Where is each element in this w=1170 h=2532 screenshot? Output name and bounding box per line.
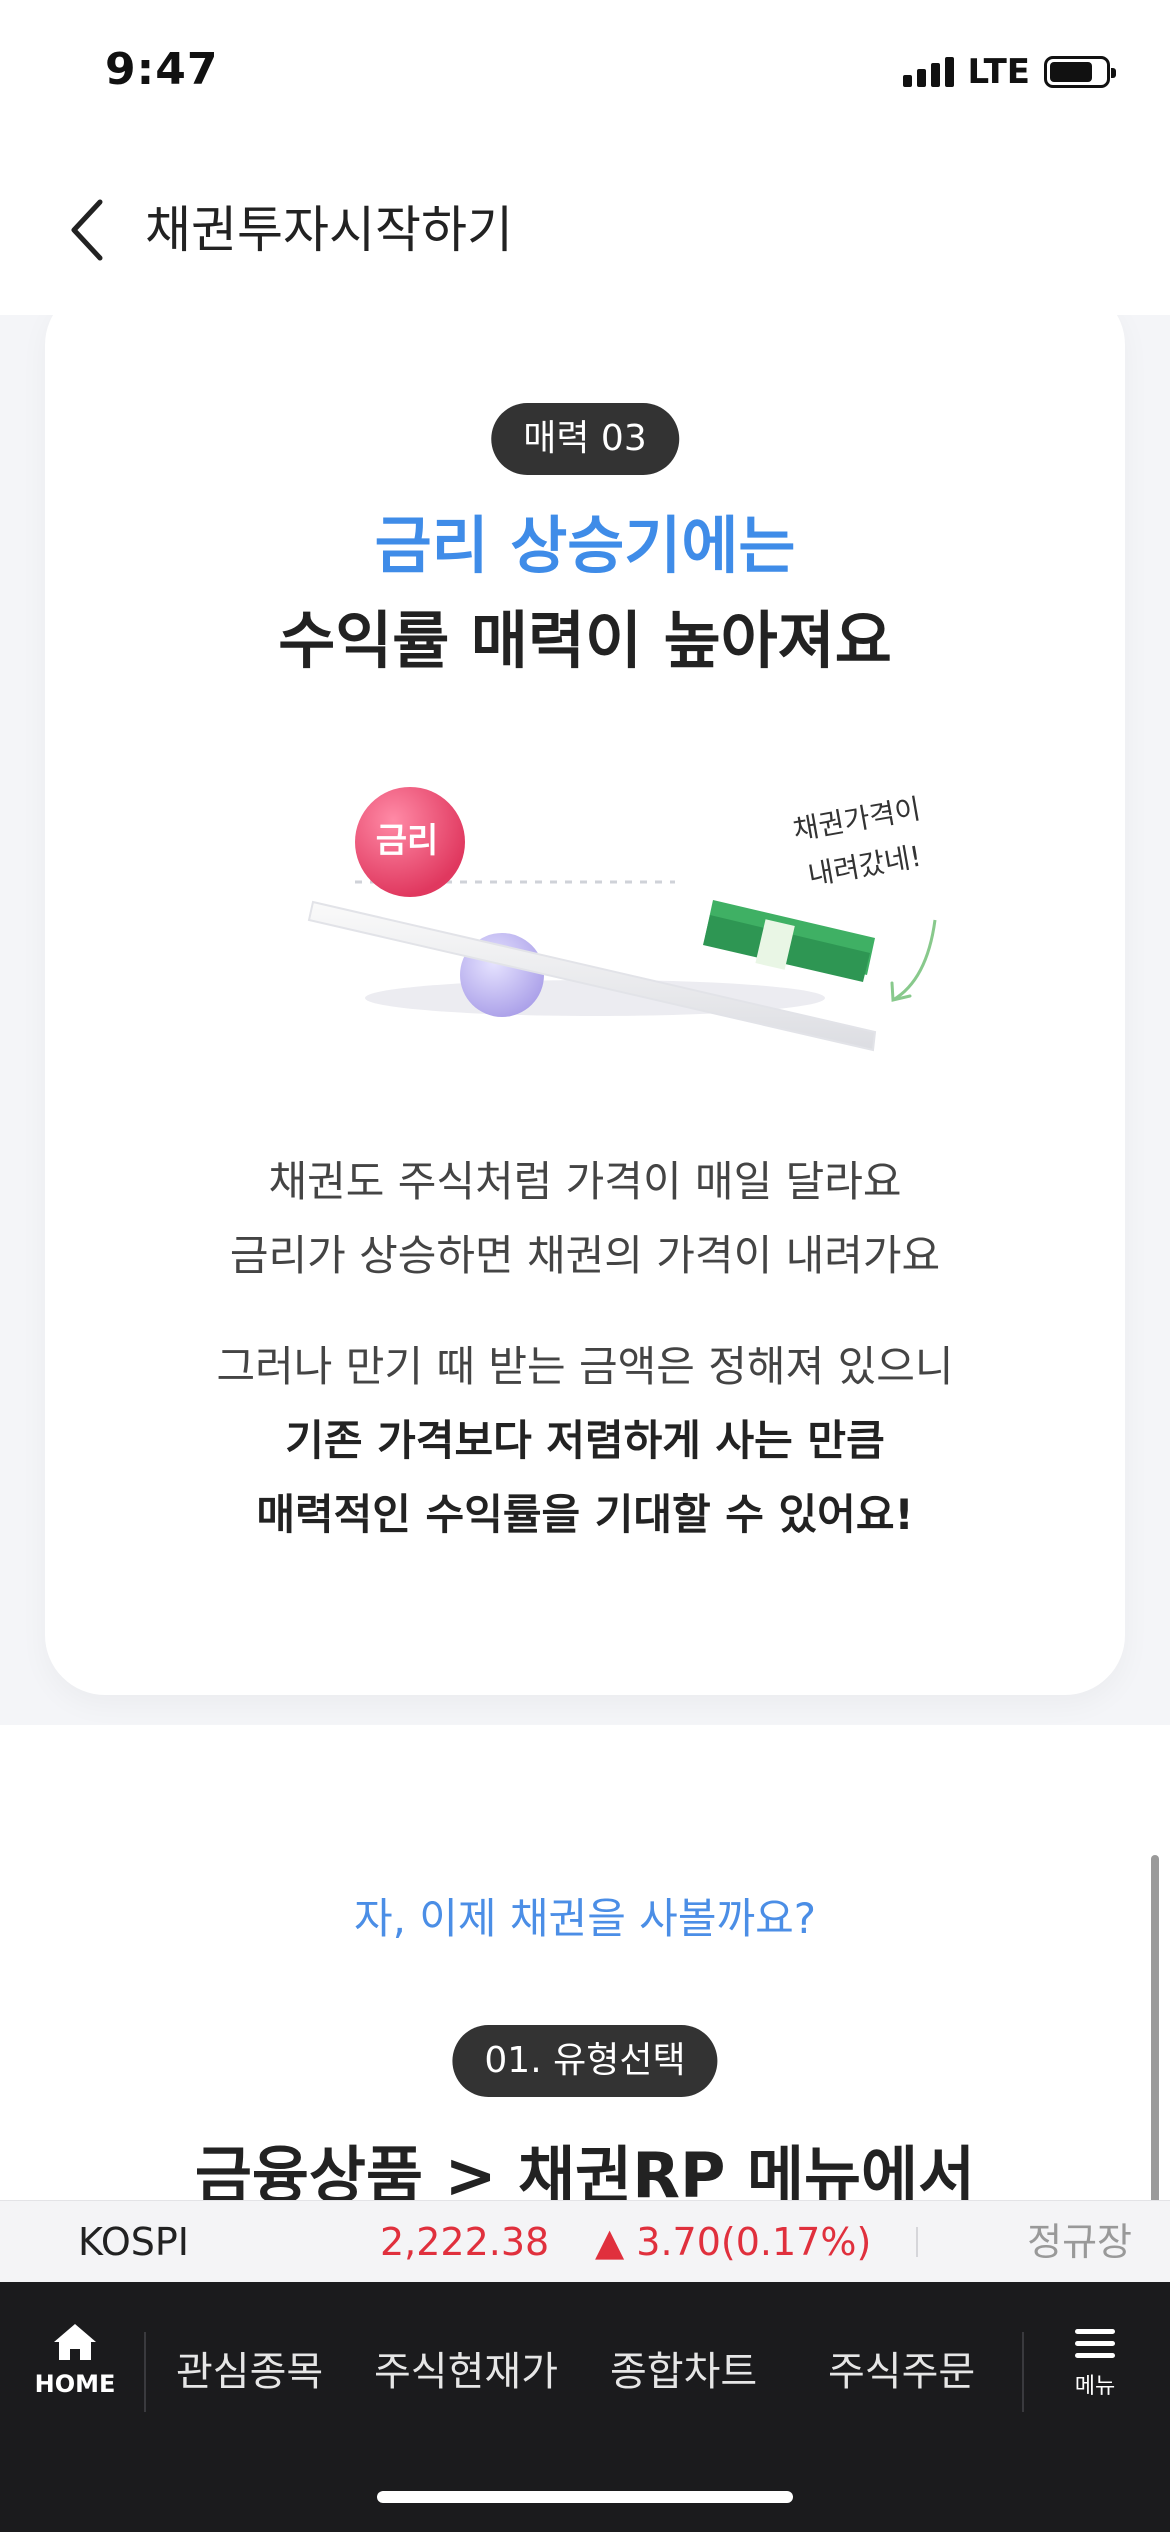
feature-badge: 매력 03 bbox=[491, 403, 679, 475]
note-line1: 채권가격이 bbox=[790, 792, 923, 847]
feature-card: 매력 03 금리 상승기에는 수익률 매력이 높아져요 금리 채권가격이 내려갔… bbox=[45, 315, 1125, 1695]
section-heading: 금융상품 > 채권RP 메뉴에서 bbox=[194, 2139, 976, 2200]
index-value: 2,222.38 bbox=[380, 2220, 550, 2264]
section-subtitle: 자, 이제 채권을 사볼까요? bbox=[353, 1894, 817, 1943]
nav-item-chart[interactable]: 종합차트 bbox=[610, 2332, 757, 2412]
nav-menu-label: 메뉴 bbox=[1074, 2374, 1116, 2399]
step-badge: 01. 유형선택 bbox=[452, 2025, 718, 2097]
hamburger-icon bbox=[1075, 2329, 1115, 2334]
status-bar: 9:47 LTE bbox=[0, 0, 1170, 150]
nav-home-label: HOME bbox=[34, 2370, 116, 2398]
description-paragraph-2: 그러나 만기 때 받는 금액은 정해져 있으니 기존 가격보다 저렴하게 사는 … bbox=[45, 1330, 1125, 1552]
page-header: 채권투자시작하기 bbox=[0, 150, 1170, 315]
seesaw-illustration: 금리 채권가격이 내려갔네! bbox=[307, 787, 937, 1052]
network-type: LTE bbox=[967, 52, 1030, 92]
scrollbar[interactable] bbox=[1151, 1855, 1159, 2200]
nav-item-order[interactable]: 주식주문 bbox=[828, 2332, 975, 2412]
note-line2: 내려갔네! bbox=[805, 840, 923, 892]
description-paragraph-1: 채권도 주식처럼 가격이 매일 달라요 금리가 상승하면 채권의 가격이 내려가… bbox=[45, 1145, 1125, 1293]
card-headline: 수익률 매력이 높아져요 bbox=[278, 604, 892, 677]
index-name: KOSPI bbox=[78, 2220, 189, 2264]
back-button[interactable] bbox=[60, 190, 120, 270]
desc-line-bold: 기존 가격보다 저렴하게 사는 만큼 bbox=[285, 1416, 885, 1465]
home-icon bbox=[54, 2324, 96, 2360]
index-change: ▲ 3.70(0.17%) bbox=[595, 2220, 872, 2264]
ticker-divider bbox=[916, 2227, 918, 2257]
market-ticker[interactable]: KOSPI 2,222.38 ▲ 3.70(0.17%) 정규장 bbox=[0, 2200, 1170, 2282]
bottom-navigation: HOME 관심종목 주식현재가 종합차트 주식주문 메뉴 bbox=[0, 2282, 1170, 2532]
nav-divider bbox=[1022, 2332, 1024, 2412]
chevron-left-icon bbox=[71, 199, 103, 261]
status-time: 9:47 bbox=[105, 44, 219, 95]
nav-home-button[interactable]: HOME bbox=[30, 2322, 120, 2432]
desc-line: 금리가 상승하면 채권의 가격이 내려가요 bbox=[229, 1231, 941, 1280]
how-to-buy-section: 자, 이제 채권을 사볼까요? 01. 유형선택 금융상품 > 채권RP 메뉴에… bbox=[0, 1725, 1170, 2200]
desc-line: 채권도 주식처럼 가격이 매일 달라요 bbox=[268, 1157, 902, 1206]
nav-menu-button[interactable]: 메뉴 bbox=[1060, 2322, 1130, 2432]
home-indicator[interactable] bbox=[377, 2491, 793, 2503]
money-stack-icon bbox=[703, 900, 875, 982]
page-title: 채권투자시작하기 bbox=[145, 201, 513, 259]
signal-icon bbox=[902, 57, 954, 87]
desc-line-bold: 매력적인 수익률을 기대할 수 있어요! bbox=[256, 1490, 914, 1539]
nav-item-watchlist[interactable]: 관심종목 bbox=[176, 2332, 323, 2412]
market-session: 정규장 bbox=[1027, 2220, 1132, 2264]
scroll-content[interactable]: 매력 03 금리 상승기에는 수익률 매력이 높아져요 금리 채권가격이 내려갔… bbox=[0, 315, 1170, 2200]
battery-icon bbox=[1044, 56, 1116, 88]
card-headline-highlight: 금리 상승기에는 bbox=[374, 509, 796, 582]
nav-divider bbox=[144, 2332, 146, 2412]
status-indicators: LTE bbox=[902, 52, 1116, 92]
desc-line: 그러나 만기 때 받는 금액은 정해져 있으니 bbox=[216, 1342, 954, 1391]
nav-item-current-price[interactable]: 주식현재가 bbox=[374, 2332, 558, 2412]
ball-label: 금리 bbox=[376, 821, 439, 861]
